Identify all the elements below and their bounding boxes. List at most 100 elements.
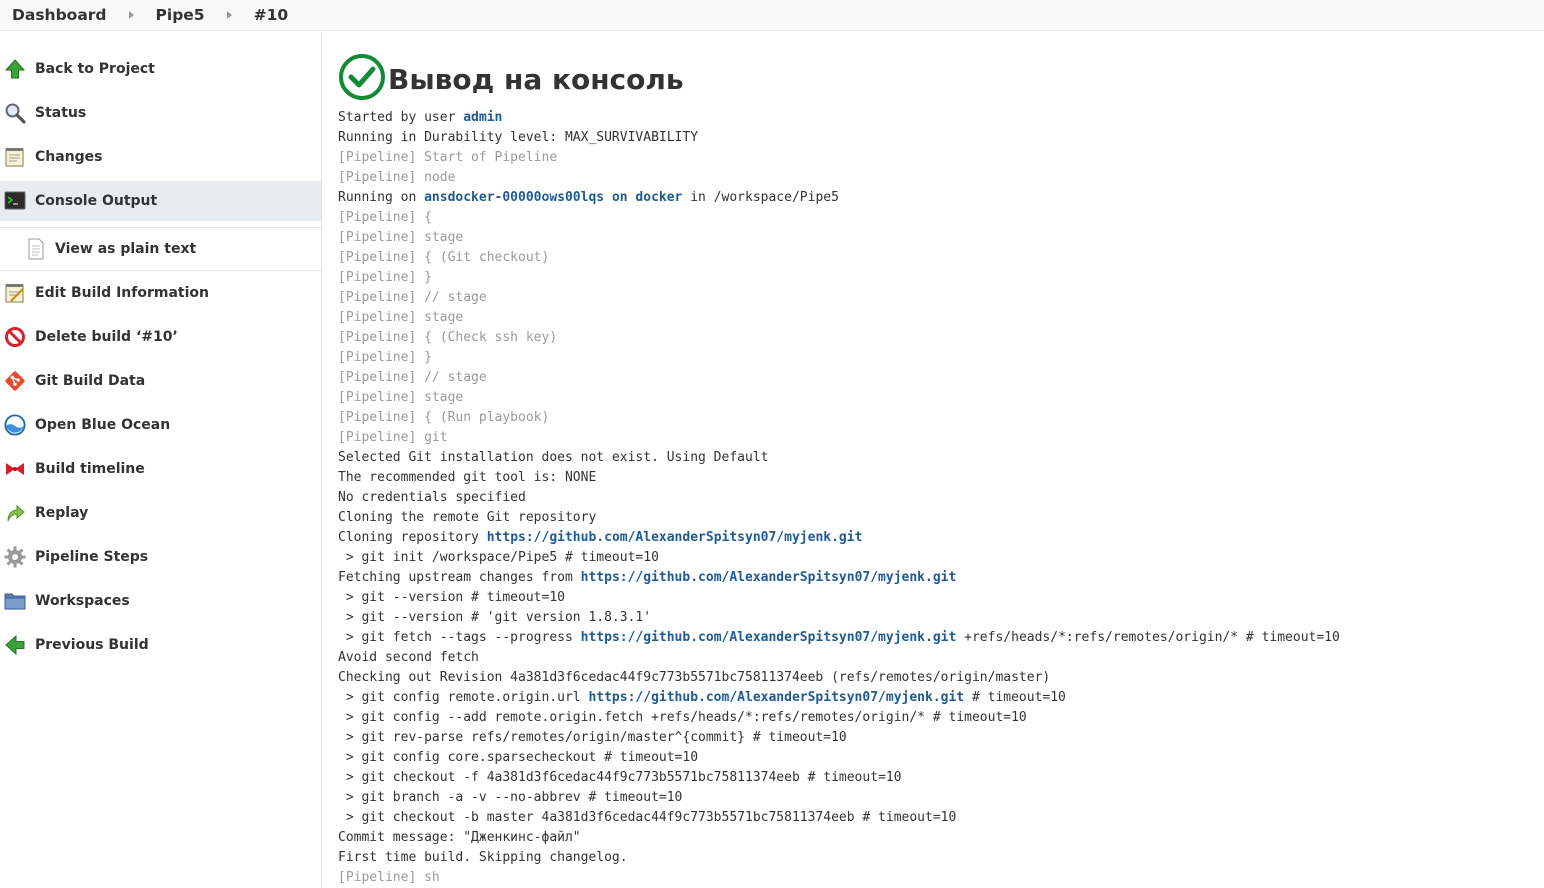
notepad-icon bbox=[4, 146, 26, 168]
console-text: Started by user bbox=[338, 110, 464, 125]
console-line: > git config remote.origin.url https://g… bbox=[338, 688, 1340, 708]
gear-icon bbox=[4, 546, 26, 568]
breadcrumb-build-10[interactable]: #10 bbox=[242, 3, 301, 27]
console-line: > git init /workspace/Pipe5 # timeout=10 bbox=[338, 548, 1340, 568]
sidebar-item-label: Workspaces bbox=[35, 593, 130, 609]
sidebar-item-label: Console Output bbox=[35, 193, 158, 209]
sidebar-item-label: Previous Build bbox=[35, 637, 149, 653]
sidebar: Back to Project Status Changes Console O… bbox=[0, 32, 322, 888]
console-line: Running on ansdocker-00000ows00lqs on do… bbox=[338, 188, 1340, 208]
sidebar-item-git-build-data[interactable]: Git Build Data bbox=[0, 361, 321, 401]
sidebar-item-workspaces[interactable]: Workspaces bbox=[0, 581, 321, 621]
pipeline-step-text: [Pipeline] // stage bbox=[338, 290, 487, 305]
sidebar-item-console-output[interactable]: Console Output bbox=[0, 181, 321, 221]
pipeline-step-text: [Pipeline] sh bbox=[338, 870, 440, 885]
console-link[interactable]: ansdocker-00000ows00lqs bbox=[424, 190, 604, 205]
sidebar-item-label: View as plain text bbox=[55, 241, 197, 257]
magnifier-icon bbox=[4, 102, 26, 124]
console-line: Started by user admin bbox=[338, 108, 1340, 128]
console-text: > git config remote.origin.url bbox=[338, 690, 589, 705]
sidebar-item-edit-build-information[interactable]: Edit Build Information bbox=[0, 273, 321, 313]
sidebar-item-build-timeline[interactable]: Build timeline bbox=[0, 449, 321, 489]
console-text: Checking out Revision 4a381d3f6cedac44f9… bbox=[338, 670, 1051, 685]
console-link[interactable]: on docker bbox=[612, 190, 682, 205]
pipeline-step-text: [Pipeline] git bbox=[338, 430, 448, 445]
sidebar-item-pipeline-steps[interactable]: Pipeline Steps bbox=[0, 537, 321, 577]
pipeline-step-text: [Pipeline] } bbox=[338, 270, 432, 285]
sidebar-item-label: Edit Build Information bbox=[35, 285, 209, 301]
console-line: > git config --add remote.origin.fetch +… bbox=[338, 708, 1340, 728]
sidebar-item-changes[interactable]: Changes bbox=[0, 137, 321, 177]
console-text: The recommended git tool is: NONE bbox=[338, 470, 597, 485]
breadcrumb-pipe5[interactable]: Pipe5 bbox=[144, 3, 217, 27]
breadcrumb-separator-icon[interactable] bbox=[128, 11, 134, 19]
sidebar-item-back-to-project[interactable]: Back to Project bbox=[0, 49, 321, 89]
console-text: +refs/heads/*:refs/remotes/origin/* # ti… bbox=[956, 630, 1340, 645]
pipeline-step-text: [Pipeline] { bbox=[338, 210, 432, 225]
sidebar-item-previous-build[interactable]: Previous Build bbox=[0, 625, 321, 665]
console-line: [Pipeline] } bbox=[338, 348, 1340, 368]
console-text: > git config core.sparsecheckout # timeo… bbox=[338, 750, 699, 765]
folder-icon bbox=[4, 590, 26, 612]
sidebar-item-label: Replay bbox=[35, 505, 89, 521]
no-entry-icon bbox=[4, 326, 26, 348]
sidebar-item-label: Build timeline bbox=[35, 461, 145, 477]
page-header: Вывод на консоль bbox=[338, 52, 1538, 106]
console-text: > git checkout -f 4a381d3f6cedac44f9c773… bbox=[338, 770, 902, 785]
console-line: > git fetch --tags --progress https://gi… bbox=[338, 628, 1340, 648]
document-icon bbox=[25, 238, 47, 260]
console-line: > git rev-parse refs/remotes/origin/mast… bbox=[338, 728, 1340, 748]
breadcrumb-separator-icon[interactable] bbox=[226, 11, 232, 19]
pipeline-step-text: [Pipeline] } bbox=[338, 350, 432, 365]
console-text: > git init /workspace/Pipe5 # timeout=10 bbox=[338, 550, 659, 565]
main-content: Вывод на консоль Started by user admin Ru… bbox=[338, 52, 1538, 888]
console-line: [Pipeline] } bbox=[338, 268, 1340, 288]
sidebar-item-status[interactable]: Status bbox=[0, 93, 321, 133]
console-text: No credentials specified bbox=[338, 490, 526, 505]
notepad-edit-icon bbox=[4, 282, 26, 304]
console-text: > git config --add remote.origin.fetch +… bbox=[338, 710, 1027, 725]
sidebar-item-open-blue-ocean[interactable]: Open Blue Ocean bbox=[0, 405, 321, 445]
console-line: [Pipeline] { (Check ssh key) bbox=[338, 328, 1340, 348]
console-line: > git checkout -b master 4a381d3f6cedac4… bbox=[338, 808, 1340, 828]
console-line: [Pipeline] sh bbox=[338, 868, 1340, 888]
console-link[interactable]: https://github.com/AlexanderSpitsyn07/my… bbox=[581, 570, 957, 585]
sidebar-item-delete-build[interactable]: Delete build ‘#10’ bbox=[0, 317, 321, 357]
console-line: > git branch -a -v --no-abbrev # timeout… bbox=[338, 788, 1340, 808]
pipeline-step-text: [Pipeline] Start of Pipeline bbox=[338, 150, 558, 165]
console-line: Avoid second fetch bbox=[338, 648, 1340, 668]
console-link[interactable]: admin bbox=[463, 110, 502, 125]
console-link[interactable]: https://github.com/AlexanderSpitsyn07/my… bbox=[487, 530, 863, 545]
console-line: Cloning the remote Git repository bbox=[338, 508, 1340, 528]
sidebar-item-replay[interactable]: Replay bbox=[0, 493, 321, 533]
console-text: > git checkout -b master 4a381d3f6cedac4… bbox=[338, 810, 957, 825]
sidebar-item-label: Back to Project bbox=[35, 61, 155, 77]
console-text: Running in Durability level: MAX_SURVIVA… bbox=[338, 130, 699, 145]
console-line: Checking out Revision 4a381d3f6cedac44f9… bbox=[338, 668, 1340, 688]
console-text: > git rev-parse refs/remotes/origin/mast… bbox=[338, 730, 847, 745]
console-text: # timeout=10 bbox=[964, 690, 1066, 705]
console-line: Selected Git installation does not exist… bbox=[338, 448, 1340, 468]
console-link[interactable]: https://github.com/AlexanderSpitsyn07/my… bbox=[581, 630, 957, 645]
console-line: [Pipeline] { (Git checkout) bbox=[338, 248, 1340, 268]
console-line: Cloning repository https://github.com/Al… bbox=[338, 528, 1340, 548]
console-text: Selected Git installation does not exist… bbox=[338, 450, 769, 465]
pipeline-step-text: [Pipeline] node bbox=[338, 170, 456, 185]
console-link[interactable]: https://github.com/AlexanderSpitsyn07/my… bbox=[588, 690, 964, 705]
console-text: Cloning the remote Git repository bbox=[338, 510, 597, 525]
bowtie-icon bbox=[4, 458, 26, 480]
sidebar-item-label: Git Build Data bbox=[35, 373, 146, 389]
console-line: [Pipeline] { bbox=[338, 208, 1340, 228]
console-line: Fetching upstream changes from https://g… bbox=[338, 568, 1340, 588]
breadcrumb-dashboard[interactable]: Dashboard bbox=[0, 3, 119, 27]
sidebar-item-view-as-plain-text[interactable]: View as plain text bbox=[0, 227, 321, 271]
git-icon bbox=[4, 370, 26, 392]
sidebar-item-label: Delete build ‘#10’ bbox=[35, 329, 178, 345]
pipeline-step-text: [Pipeline] { (Run playbook) bbox=[338, 410, 550, 425]
left-arrow-icon bbox=[4, 634, 26, 656]
console-line: > git --version # timeout=10 bbox=[338, 588, 1340, 608]
console-line: Commit message: "Дженкинс-файл" bbox=[338, 828, 1340, 848]
console-text: > git fetch --tags --progress bbox=[338, 630, 581, 645]
console-line: No credentials specified bbox=[338, 488, 1340, 508]
page-title: Вывод на консоль bbox=[388, 62, 684, 96]
